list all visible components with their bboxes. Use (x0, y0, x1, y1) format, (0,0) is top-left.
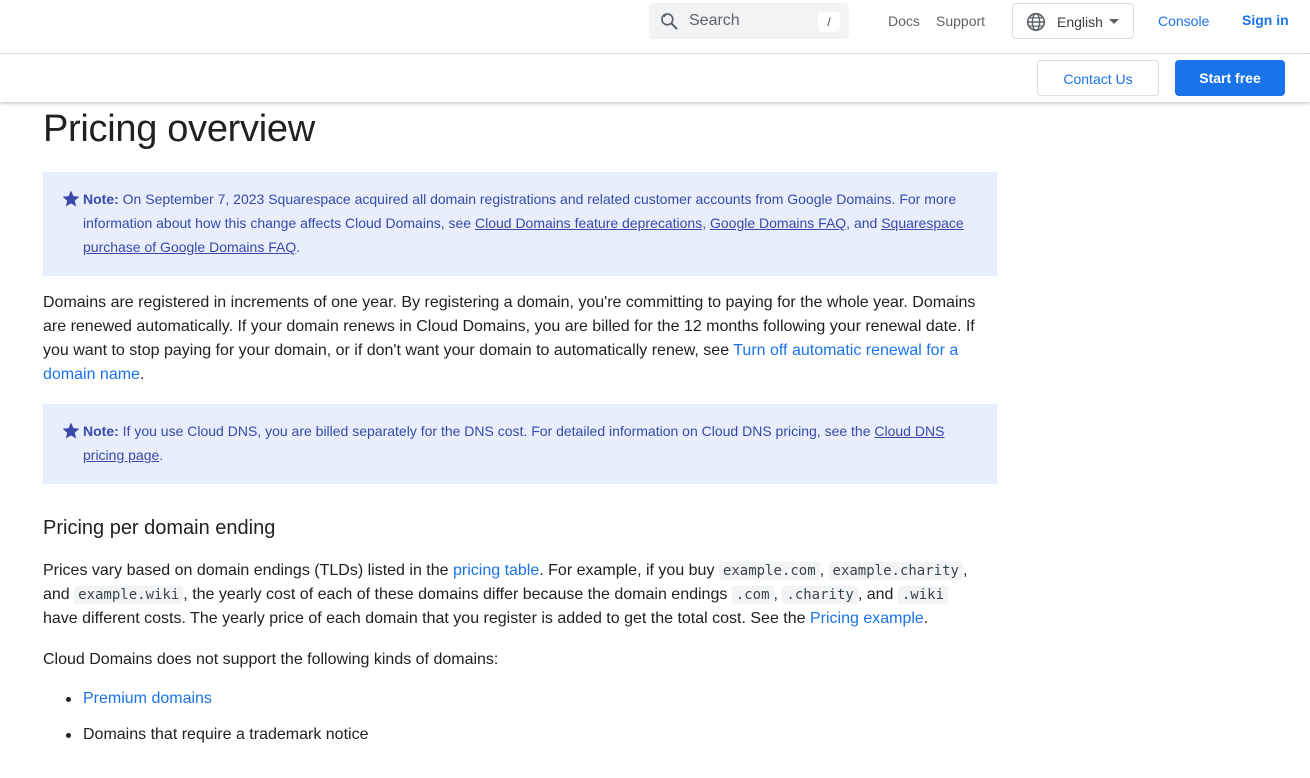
unsupported-domains-list: Premium domains Domains that require a t… (43, 687, 368, 759)
text: Prices vary based on domain endings (TLD… (43, 562, 453, 579)
code-example-charity: example.charity (828, 562, 963, 580)
premium-domains-link[interactable]: Premium domains (83, 690, 212, 707)
note-text: Note: On September 7, 2023 Squarespace a… (83, 187, 973, 259)
pricing-paragraph: Prices vary based on domain endings (TLD… (43, 559, 983, 631)
page-title: Pricing overview (43, 108, 315, 150)
text: have different costs. The yearly price o… (43, 610, 810, 627)
list-item: Premium domains (43, 687, 368, 723)
bullet (66, 733, 71, 738)
period: . (923, 610, 929, 627)
renewal-paragraph: Domains are registered in increments of … (43, 291, 983, 387)
start-free-button[interactable]: Start free (1175, 60, 1285, 96)
globe-icon (1026, 12, 1046, 32)
feature-deprecations-link[interactable]: Cloud Domains feature deprecations (475, 215, 702, 231)
console-link[interactable]: Console (1158, 13, 1209, 29)
pricing-table-link[interactable]: pricing table (453, 562, 539, 579)
code-example-wiki: example.wiki (74, 586, 184, 604)
text: . For example, if you buy (539, 562, 719, 579)
note-box-cloud-dns: Note: If you use Cloud DNS, you are bill… (43, 404, 997, 484)
chevron-down-icon (1109, 19, 1119, 24)
search-shortcut-key: / (818, 12, 840, 32)
language-label: English (1057, 14, 1103, 30)
code-com: .com (731, 586, 774, 604)
note-label: Note: (83, 423, 119, 439)
star-icon (62, 190, 80, 207)
text: , (819, 562, 829, 579)
note-label: Note: (83, 191, 119, 207)
code-charity: .charity (782, 586, 858, 604)
language-selector[interactable]: English (1012, 3, 1134, 39)
section-heading: Pricing per domain ending (43, 517, 276, 539)
pricing-example-link[interactable]: Pricing example (810, 610, 924, 627)
google-domains-faq-link[interactable]: Google Domains FAQ (710, 215, 846, 231)
search-placeholder[interactable]: Search (689, 12, 740, 30)
period: . (296, 239, 301, 255)
text: , the yearly cost of each of these domai… (183, 586, 732, 603)
nav-docs-link[interactable]: Docs (888, 13, 920, 29)
separator: , (702, 215, 710, 231)
star-icon (62, 422, 80, 439)
code-wiki: .wiki (897, 586, 949, 604)
search-icon (661, 13, 678, 30)
note-box-squarespace: Note: On September 7, 2023 Squarespace a… (43, 172, 997, 276)
separator: , and (846, 215, 882, 231)
period: . (139, 366, 145, 383)
search-box[interactable]: Search / (649, 3, 849, 39)
contact-us-button[interactable]: Contact Us (1037, 60, 1159, 96)
top-header: Search / Docs Support English Console Si… (0, 0, 1310, 54)
nav-support-link[interactable]: Support (936, 13, 985, 29)
period: . (159, 447, 164, 463)
unsupported-intro: Cloud Domains does not support the follo… (43, 651, 499, 668)
list-item: Domains that require a trademark notice (43, 723, 368, 759)
code-example-com: example.com (718, 562, 820, 580)
list-item-text: Domains that require a trademark notice (83, 726, 369, 743)
note-body-text: If you use Cloud DNS, you are billed sep… (118, 423, 875, 439)
sign-in-link[interactable]: Sign in (1242, 12, 1289, 28)
text: , and (857, 586, 898, 603)
bullet (66, 697, 71, 702)
note-text: Note: If you use Cloud DNS, you are bill… (83, 419, 973, 467)
action-bar: Contact Us Start free (0, 54, 1310, 102)
